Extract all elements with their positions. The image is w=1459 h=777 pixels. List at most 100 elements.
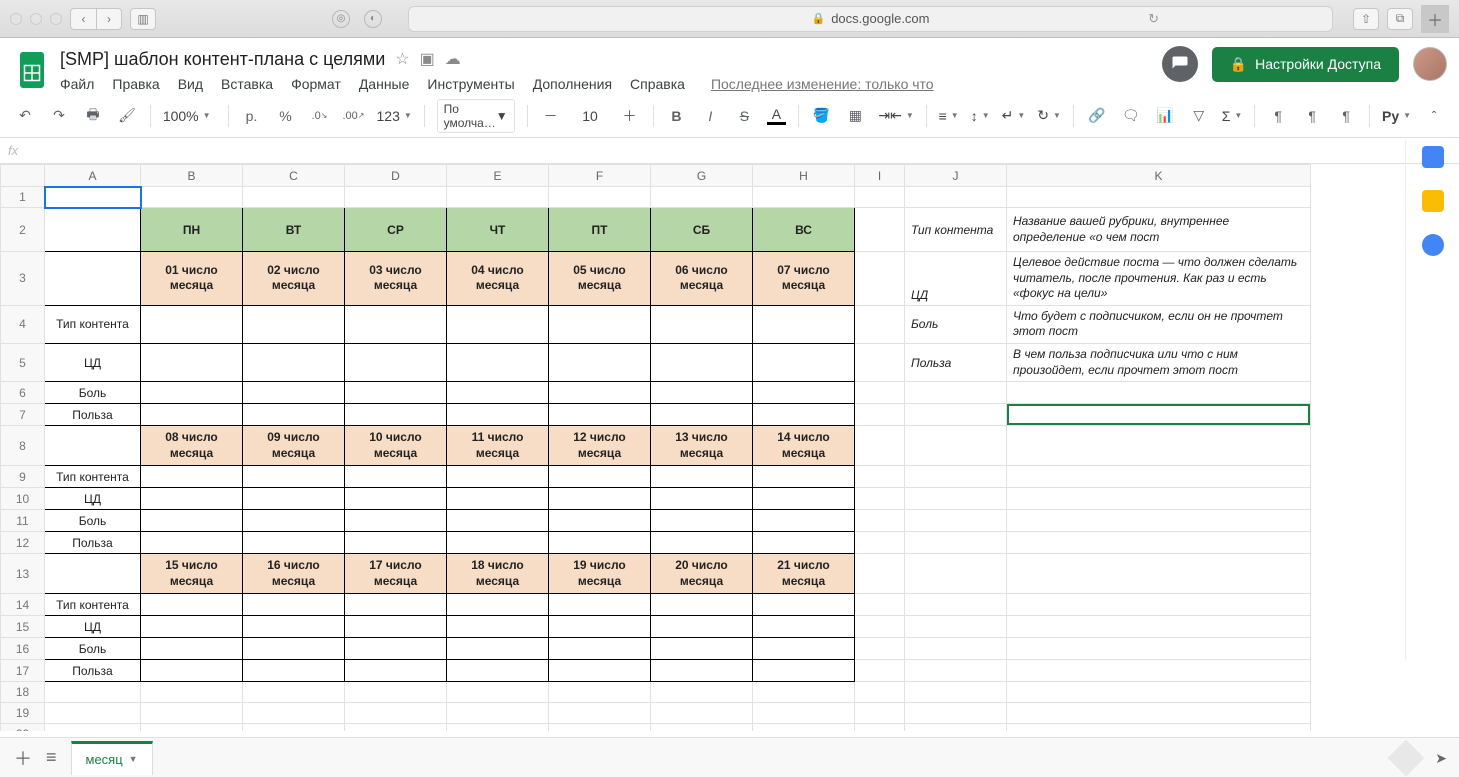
row-label[interactable]: Боль — [45, 382, 141, 404]
cell[interactable] — [855, 594, 905, 616]
menu-file[interactable]: Файл — [60, 76, 94, 92]
menu-edit[interactable]: Правка — [112, 76, 159, 92]
menu-format[interactable]: Формат — [291, 76, 341, 92]
cell[interactable] — [651, 404, 753, 426]
cell[interactable] — [141, 187, 243, 208]
cell[interactable] — [243, 404, 345, 426]
all-sheets-button[interactable]: ≡ — [46, 747, 57, 768]
explore-button[interactable] — [1388, 740, 1425, 777]
cell[interactable] — [651, 187, 753, 208]
cell[interactable] — [855, 382, 905, 404]
chevron-down-icon[interactable]: ▼ — [129, 754, 138, 764]
cell[interactable] — [855, 660, 905, 682]
date-cell[interactable]: 21 число месяца — [753, 554, 855, 594]
col-header[interactable]: B — [141, 165, 243, 187]
insert-link-button[interactable]: 🔗 — [1086, 103, 1108, 129]
cell[interactable] — [549, 466, 651, 488]
date-cell[interactable]: 13 число месяца — [651, 426, 753, 466]
cell[interactable] — [651, 724, 753, 731]
cell[interactable] — [855, 703, 905, 724]
row-header[interactable]: 9 — [1, 466, 45, 488]
add-sheet-button[interactable]: ＋ — [14, 745, 32, 771]
cell[interactable] — [651, 638, 753, 660]
text-rotation-dropdown[interactable]: ↻▼ — [1037, 107, 1061, 124]
decrease-decimal-button[interactable]: .0↘ — [309, 103, 331, 129]
cell[interactable] — [141, 466, 243, 488]
cell[interactable] — [45, 724, 141, 731]
cell[interactable] — [447, 594, 549, 616]
cell[interactable] — [243, 638, 345, 660]
cell[interactable] — [141, 616, 243, 638]
insert-comment-button[interactable]: 🗨 — [1120, 103, 1142, 129]
h-align-dropdown[interactable]: ≡▼ — [939, 108, 959, 124]
row-header[interactable]: 12 — [1, 532, 45, 554]
cell[interactable] — [141, 660, 243, 682]
cell[interactable] — [345, 510, 447, 532]
cell[interactable] — [651, 343, 753, 381]
cell[interactable] — [855, 532, 905, 554]
row-label[interactable]: Польза — [45, 532, 141, 554]
sidebar-toggle-button[interactable]: ▥ — [130, 8, 156, 30]
cell[interactable] — [855, 404, 905, 426]
functions-dropdown[interactable]: Σ▼ — [1222, 108, 1243, 124]
date-cell[interactable]: 14 число месяца — [753, 426, 855, 466]
row-label[interactable]: Тип контента — [45, 305, 141, 343]
date-cell[interactable]: 15 число месяца — [141, 554, 243, 594]
cell[interactable] — [447, 510, 549, 532]
row-header[interactable]: 6 — [1, 382, 45, 404]
cell[interactable] — [855, 510, 905, 532]
increase-decimal-button[interactable]: .00↗ — [343, 103, 365, 129]
side-panel-toggle[interactable]: ➤ — [1435, 750, 1447, 767]
cell[interactable] — [905, 594, 1007, 616]
cell[interactable] — [1007, 554, 1311, 594]
strikethrough-button[interactable]: S — [733, 103, 755, 129]
row-header[interactable]: 15 — [1, 616, 45, 638]
row-header[interactable]: 4 — [1, 305, 45, 343]
move-folder-icon[interactable]: ▣ — [420, 49, 435, 69]
reload-icon[interactable]: ↻ — [1148, 11, 1159, 27]
cell[interactable] — [345, 382, 447, 404]
cell[interactable] — [651, 382, 753, 404]
row-header[interactable]: 5 — [1, 343, 45, 381]
rtl-button-2[interactable]: ¶ — [1301, 103, 1323, 129]
cell[interactable] — [905, 724, 1007, 731]
menu-data[interactable]: Данные — [359, 76, 410, 92]
cell[interactable] — [1007, 382, 1311, 404]
cell[interactable] — [45, 682, 141, 703]
format-currency-button[interactable]: р. — [241, 103, 263, 129]
cell[interactable] — [651, 594, 753, 616]
cell[interactable] — [905, 638, 1007, 660]
col-header[interactable]: K — [1007, 165, 1311, 187]
cell[interactable] — [905, 532, 1007, 554]
cell[interactable] — [855, 252, 905, 306]
rtl-button-1[interactable]: ¶ — [1267, 103, 1289, 129]
text-wrap-dropdown[interactable]: ↵▼ — [1002, 107, 1026, 124]
col-header[interactable]: H — [753, 165, 855, 187]
date-cell[interactable]: 18 число месяца — [447, 554, 549, 594]
date-cell[interactable]: 16 число месяца — [243, 554, 345, 594]
cell[interactable] — [447, 660, 549, 682]
cell[interactable] — [447, 382, 549, 404]
col-header[interactable]: F — [549, 165, 651, 187]
cell[interactable] — [345, 343, 447, 381]
date-cell[interactable]: 01 число месяца — [141, 252, 243, 306]
cell[interactable] — [549, 382, 651, 404]
borders-button[interactable]: ▦ — [844, 103, 866, 129]
redo-button[interactable]: ↷ — [48, 103, 70, 129]
col-header[interactable]: D — [345, 165, 447, 187]
cell[interactable] — [905, 554, 1007, 594]
cell[interactable] — [1007, 703, 1311, 724]
cell[interactable] — [141, 510, 243, 532]
cell[interactable] — [141, 488, 243, 510]
cell[interactable] — [141, 382, 243, 404]
cell[interactable] — [753, 703, 855, 724]
cell[interactable] — [447, 187, 549, 208]
cell[interactable] — [855, 426, 905, 466]
cell[interactable] — [549, 488, 651, 510]
glossary-label[interactable]: Тип контента — [905, 208, 1007, 252]
cell[interactable] — [753, 682, 855, 703]
cell[interactable] — [1007, 187, 1311, 208]
row-header[interactable]: 7 — [1, 404, 45, 426]
comments-button[interactable] — [1162, 46, 1198, 82]
cell[interactable] — [243, 616, 345, 638]
